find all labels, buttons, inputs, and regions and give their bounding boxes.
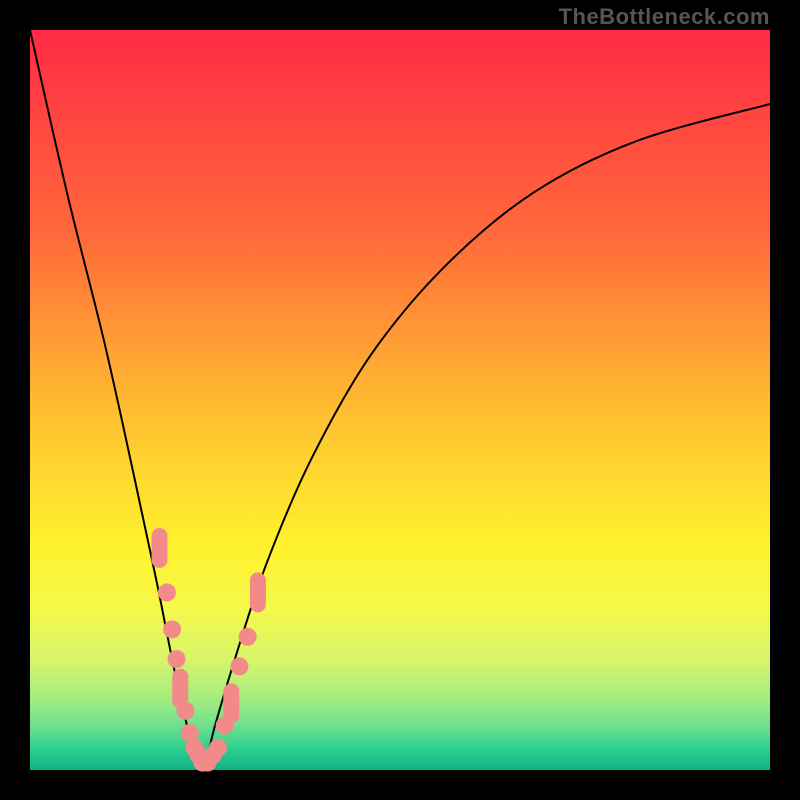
marker-group [152,528,266,772]
marker-pill [223,683,239,723]
bottleneck-curve-line [30,30,770,770]
marker-dot [209,739,227,757]
plot-area [30,30,770,770]
chart-frame: TheBottleneck.com [0,0,800,800]
marker-dot [163,620,181,638]
marker-dot [239,628,257,646]
marker-dot [168,650,186,668]
marker-dot [158,583,176,601]
marker-dot [230,657,248,675]
chart-svg [30,30,770,770]
marker-dot [176,702,194,720]
attribution-label: TheBottleneck.com [559,4,770,30]
marker-pill [250,572,266,612]
marker-pill [152,528,168,568]
